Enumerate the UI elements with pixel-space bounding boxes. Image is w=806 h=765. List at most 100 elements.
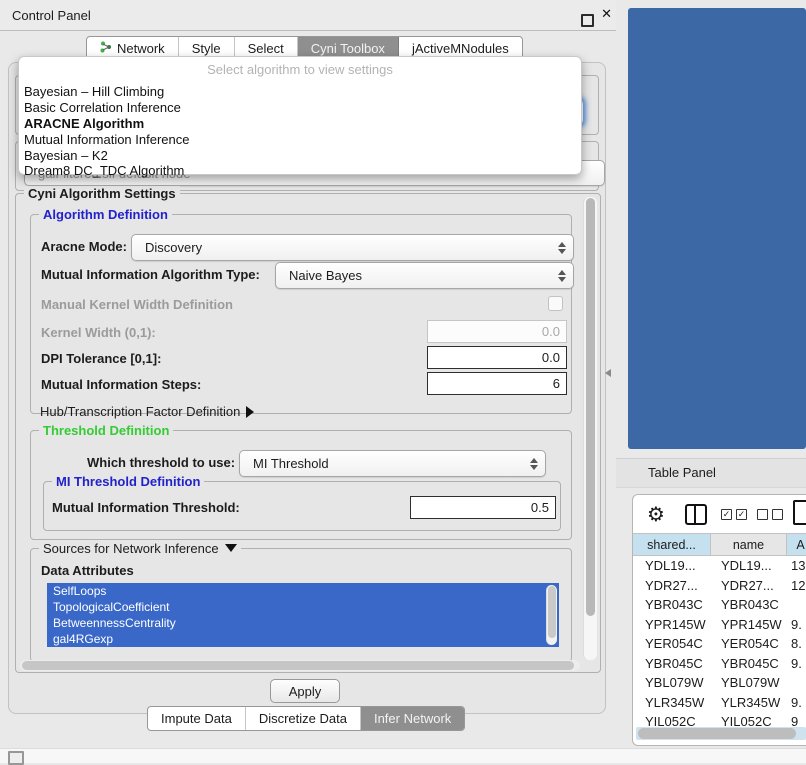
table-panel-titlebar: Table Panel: [616, 458, 806, 488]
table-cell: YDR27...: [633, 578, 711, 593]
table-row[interactable]: YBR043CYBR043C: [633, 595, 806, 615]
table-cell: YDL19...: [633, 558, 711, 573]
tab-infer-network[interactable]: Infer Network: [361, 707, 464, 730]
columns-icon[interactable]: [685, 504, 707, 525]
data-attributes-label: Data Attributes: [41, 563, 134, 578]
tab-label: Infer Network: [374, 711, 451, 726]
table-cell: 8.: [787, 636, 806, 651]
kernel-width-label: Kernel Width (0,1):: [41, 325, 156, 340]
tab-discretize-data[interactable]: Discretize Data: [246, 707, 361, 730]
scrollbar-thumb[interactable]: [586, 198, 595, 616]
mi-steps-field[interactable]: 6: [427, 372, 567, 395]
algorithm-definition-group: Algorithm Definition Aracne Mode: Discov…: [30, 214, 572, 414]
gear-icon[interactable]: ⚙: [647, 502, 665, 527]
table-horizontal-scrollbar[interactable]: [636, 727, 806, 740]
table-cell: YBL079W: [633, 675, 711, 690]
new-table-icon[interactable]: [793, 500, 806, 525]
list-item[interactable]: TopologicalCoefficient: [47, 599, 559, 615]
list-item[interactable]: SelfLoops: [47, 583, 559, 599]
table-cell: YBR043C: [633, 597, 711, 612]
which-threshold-select[interactable]: MI Threshold: [239, 450, 546, 477]
table-cell: YBR045C: [711, 656, 787, 671]
minimized-panel-icon[interactable]: [8, 751, 24, 765]
table-cell: 13: [787, 558, 806, 573]
which-threshold-value: MI Threshold: [253, 456, 329, 471]
dropdown-item[interactable]: Basic Correlation Inference: [24, 100, 181, 115]
cyni-bottom-tabs: Impute Data Discretize Data Infer Networ…: [147, 706, 465, 731]
kernel-width-field[interactable]: 0.0: [427, 320, 567, 343]
stepper-icon: [558, 242, 566, 254]
table-cell: YIL052C: [633, 714, 711, 727]
aracne-mode-label: Aracne Mode:: [41, 239, 127, 254]
table-panel: ⚙ ✓ ✓ shared... name A YDL19...YDL19...1…: [632, 494, 806, 746]
table-cell: YBR045C: [633, 656, 711, 671]
dpi-tolerance-value: 0.0: [542, 350, 560, 365]
mi-type-select[interactable]: Naive Bayes: [275, 262, 574, 289]
aracne-mode-select[interactable]: Discovery: [131, 234, 574, 261]
column-header[interactable]: name: [711, 533, 787, 556]
table-row[interactable]: YBR045CYBR045C9.: [633, 654, 806, 674]
mi-threshold-value: 0.5: [531, 500, 549, 515]
table-body: YDL19...YDL19...13YDR27...YDR27...12YBR0…: [633, 556, 806, 727]
tab-label: Impute Data: [161, 711, 232, 726]
settings-vertical-scrollbar[interactable]: [583, 197, 597, 660]
bottom-strip: [0, 748, 806, 763]
group-title: Cyni Algorithm Settings: [24, 186, 180, 201]
mi-steps-label: Mutual Information Steps:: [41, 377, 201, 392]
hub-definition-toggle[interactable]: Hub/Transcription Factor Definition: [40, 404, 254, 419]
select-all-columns-icon[interactable]: ✓: [736, 509, 747, 520]
mi-type-label: Mutual Information Algorithm Type:: [41, 267, 260, 282]
algorithm-dropdown-popup: Select algorithm to view settings Bayesi…: [18, 56, 582, 175]
table-cell: 9.: [787, 695, 806, 710]
settings-horizontal-scrollbar[interactable]: [20, 660, 580, 671]
table-row[interactable]: YDR27...YDR27...12: [633, 576, 806, 596]
table-cell: YLR345W: [711, 695, 787, 710]
aracne-mode-value: Discovery: [145, 240, 202, 255]
manual-kernel-checkbox[interactable]: [548, 296, 563, 311]
dropdown-item[interactable]: Mutual Information Inference: [24, 132, 189, 147]
table-row[interactable]: YBL079WYBL079W: [633, 673, 806, 693]
tab-impute-data[interactable]: Impute Data: [148, 707, 246, 730]
tab-label: Discretize Data: [259, 711, 347, 726]
dropdown-item[interactable]: Bayesian – K2: [24, 148, 108, 163]
mi-steps-value: 6: [553, 376, 560, 391]
kernel-width-value: 0.0: [542, 324, 560, 339]
stepper-icon: [530, 458, 538, 470]
deselect-all-columns-icon[interactable]: [772, 509, 783, 520]
deselect-all-columns-icon[interactable]: [757, 509, 768, 520]
apply-button[interactable]: Apply: [270, 679, 340, 703]
scrollbar-thumb[interactable]: [638, 728, 796, 739]
group-title: Algorithm Definition: [39, 207, 172, 222]
table-row[interactable]: YDL19...YDL19...13: [633, 556, 806, 576]
mi-threshold-field[interactable]: 0.5: [410, 496, 556, 519]
scrollbar-thumb[interactable]: [548, 586, 556, 638]
close-icon[interactable]: ✕: [601, 6, 612, 22]
scrollbar-thumb[interactable]: [22, 661, 574, 670]
table-cell: YER054C: [633, 636, 711, 651]
panel-collapse-arrow[interactable]: [605, 369, 611, 377]
list-vertical-scrollbar[interactable]: [546, 585, 557, 645]
dropdown-item[interactable]: ARACNE Algorithm: [24, 116, 144, 131]
threshold-definition-group: Threshold Definition Which threshold to …: [30, 430, 572, 540]
table-row[interactable]: YIL052CYIL052C9: [633, 712, 806, 727]
table-cell: 9: [787, 714, 806, 727]
tab-label: Style: [192, 41, 221, 56]
column-header[interactable]: shared...: [633, 533, 711, 556]
data-attributes-list[interactable]: SelfLoops TopologicalCoefficient Between…: [47, 583, 559, 649]
apply-label: Apply: [289, 684, 322, 699]
table-row[interactable]: YLR345WYLR345W9.: [633, 693, 806, 713]
network-window-frame: GALGAL80GAL10GAL1GAL11SWI4GAL4GCY1HAP4YH…: [628, 8, 806, 449]
list-item[interactable]: gal4RGexp: [47, 631, 559, 647]
sources-title: Sources for Network Inference: [43, 541, 219, 556]
list-item[interactable]: BetweennessCentrality: [47, 615, 559, 631]
table-row[interactable]: YPR145WYPR145W9.: [633, 615, 806, 635]
select-all-columns-icon[interactable]: ✓: [721, 509, 732, 520]
table-row[interactable]: YER054CYER054C8.: [633, 634, 806, 654]
dropdown-item[interactable]: Bayesian – Hill Climbing: [24, 84, 164, 99]
dpi-tolerance-field[interactable]: 0.0: [427, 346, 567, 369]
float-window-icon[interactable]: [581, 14, 594, 27]
dropdown-item[interactable]: Dream8 DC_TDC Algorithm: [24, 163, 184, 178]
sources-toggle[interactable]: Sources for Network Inference: [39, 541, 241, 556]
column-header[interactable]: A: [787, 533, 806, 556]
mi-threshold-group: MI Threshold Definition Mutual Informati…: [43, 481, 561, 531]
